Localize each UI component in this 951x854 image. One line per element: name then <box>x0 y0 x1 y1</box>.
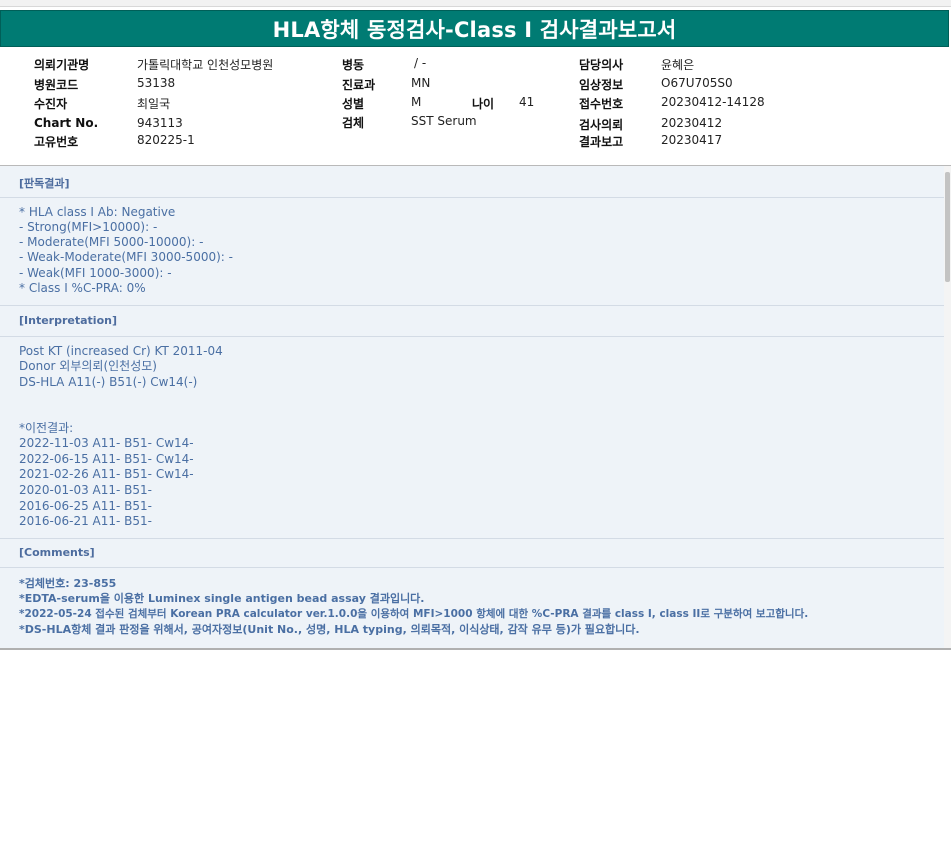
report-date-label: 결과보고 <box>579 135 624 149</box>
comment-line: *검체번호: 23-855 <box>19 577 117 590</box>
comment-line: *EDTA-serum을 이용한 Luminex single antigen … <box>19 592 425 605</box>
accession-no-label: 접수번호 <box>579 97 624 111</box>
interpretation-line: Post KT (increased Cr) KT 2011-04 <box>19 344 223 358</box>
hospital-code-value: 53138 <box>137 76 176 90</box>
sex-value: M <box>411 95 422 109</box>
judgment-section-header: [판독결과] <box>19 177 70 190</box>
judgment-line: - Moderate(MFI 5000-10000): - <box>19 235 204 249</box>
report-date-value: 20230417 <box>661 133 723 147</box>
interpretation-section-header: [Interpretation] <box>19 314 117 327</box>
department-value: MN <box>411 76 431 90</box>
institution-label: 의뢰기관명 <box>34 58 90 72</box>
department-label: 진료과 <box>342 78 376 92</box>
report-title: HLA항체 동정검사-Class I 검사결과보고서 <box>272 17 677 42</box>
request-date-value: 20230412 <box>661 116 723 130</box>
accession-no-value: 20230412-14128 <box>661 95 765 109</box>
section-divider <box>0 567 944 568</box>
judgment-line: - Weak(MFI 1000-3000): - <box>19 266 172 280</box>
unique-no-label: 고유번호 <box>34 135 79 149</box>
report-content-area[interactable]: [판독결과] * HLA class I Ab: Negative - Stro… <box>0 166 944 648</box>
judgment-line: - Weak-Moderate(MFI 3000-5000): - <box>19 250 233 264</box>
age-label: 나이 <box>472 97 495 111</box>
specimen-label: 검체 <box>342 116 365 130</box>
previous-result-line: 2022-06-15 A11- B51- Cw14- <box>19 452 194 466</box>
previous-result-line: 2021-02-26 A11- B51- Cw14- <box>19 467 194 481</box>
clinical-info-label: 임상정보 <box>579 78 624 92</box>
comments-section-header: [Comments] <box>19 546 95 559</box>
window-top-strip <box>0 0 951 7</box>
ward-label: 병동 <box>342 58 365 72</box>
previous-result-line: 2016-06-25 A11- B51- <box>19 499 153 513</box>
interpretation-line: Donor 외부의뢰(인천성모) <box>19 359 157 373</box>
sex-label: 성별 <box>342 97 365 111</box>
chart-no-label: Chart No. <box>34 116 99 130</box>
section-divider <box>0 336 944 337</box>
unique-no-value: 820225-1 <box>137 133 195 147</box>
request-date-label: 검사의뢰 <box>579 118 624 132</box>
comment-line: *DS-HLA항체 결과 판정을 위해서, 공여자정보(Unit No., 성명… <box>19 623 640 636</box>
physician-label: 담당의사 <box>579 58 624 72</box>
specimen-value: SST Serum <box>411 114 477 128</box>
comment-line: *2022-05-24 접수된 검체부터 Korean PRA calculat… <box>19 608 809 620</box>
physician-value: 윤혜은 <box>661 58 695 72</box>
report-title-bar: HLA항체 동정검사-Class I 검사결과보고서 <box>0 10 949 47</box>
section-divider <box>0 538 944 539</box>
recipient-label: 수진자 <box>34 97 68 111</box>
patient-info-panel: 의뢰기관명 가톨릭대학교 인천성모병원 병원코드 53138 수진자 최일국 C… <box>0 47 951 167</box>
content-bottom-border <box>0 648 951 650</box>
clinical-info-value: O67U705S0 <box>661 76 733 90</box>
section-divider <box>0 197 944 198</box>
previous-results-header: *이전결과: <box>19 421 74 435</box>
scrollbar-thumb[interactable] <box>945 172 950 282</box>
previous-result-line: 2020-01-03 A11- B51- <box>19 483 153 497</box>
recipient-value: 최일국 <box>137 97 171 111</box>
section-divider <box>0 305 944 306</box>
judgment-line: * HLA class I Ab: Negative <box>19 205 176 219</box>
previous-result-line: 2016-06-21 A11- B51- <box>19 514 153 528</box>
judgment-line: * Class I %C-PRA: 0% <box>19 281 146 295</box>
ward-value: / - <box>414 56 427 70</box>
age-value: 41 <box>519 95 535 109</box>
institution-value: 가톨릭대학교 인천성모병원 <box>137 58 274 72</box>
hospital-code-label: 병원코드 <box>34 78 79 92</box>
chart-no-value: 943113 <box>137 116 183 130</box>
previous-result-line: 2022-11-03 A11- B51- Cw14- <box>19 436 194 450</box>
interpretation-line: DS-HLA A11(-) B51(-) Cw14(-) <box>19 375 198 389</box>
judgment-line: - Strong(MFI>10000): - <box>19 220 158 234</box>
